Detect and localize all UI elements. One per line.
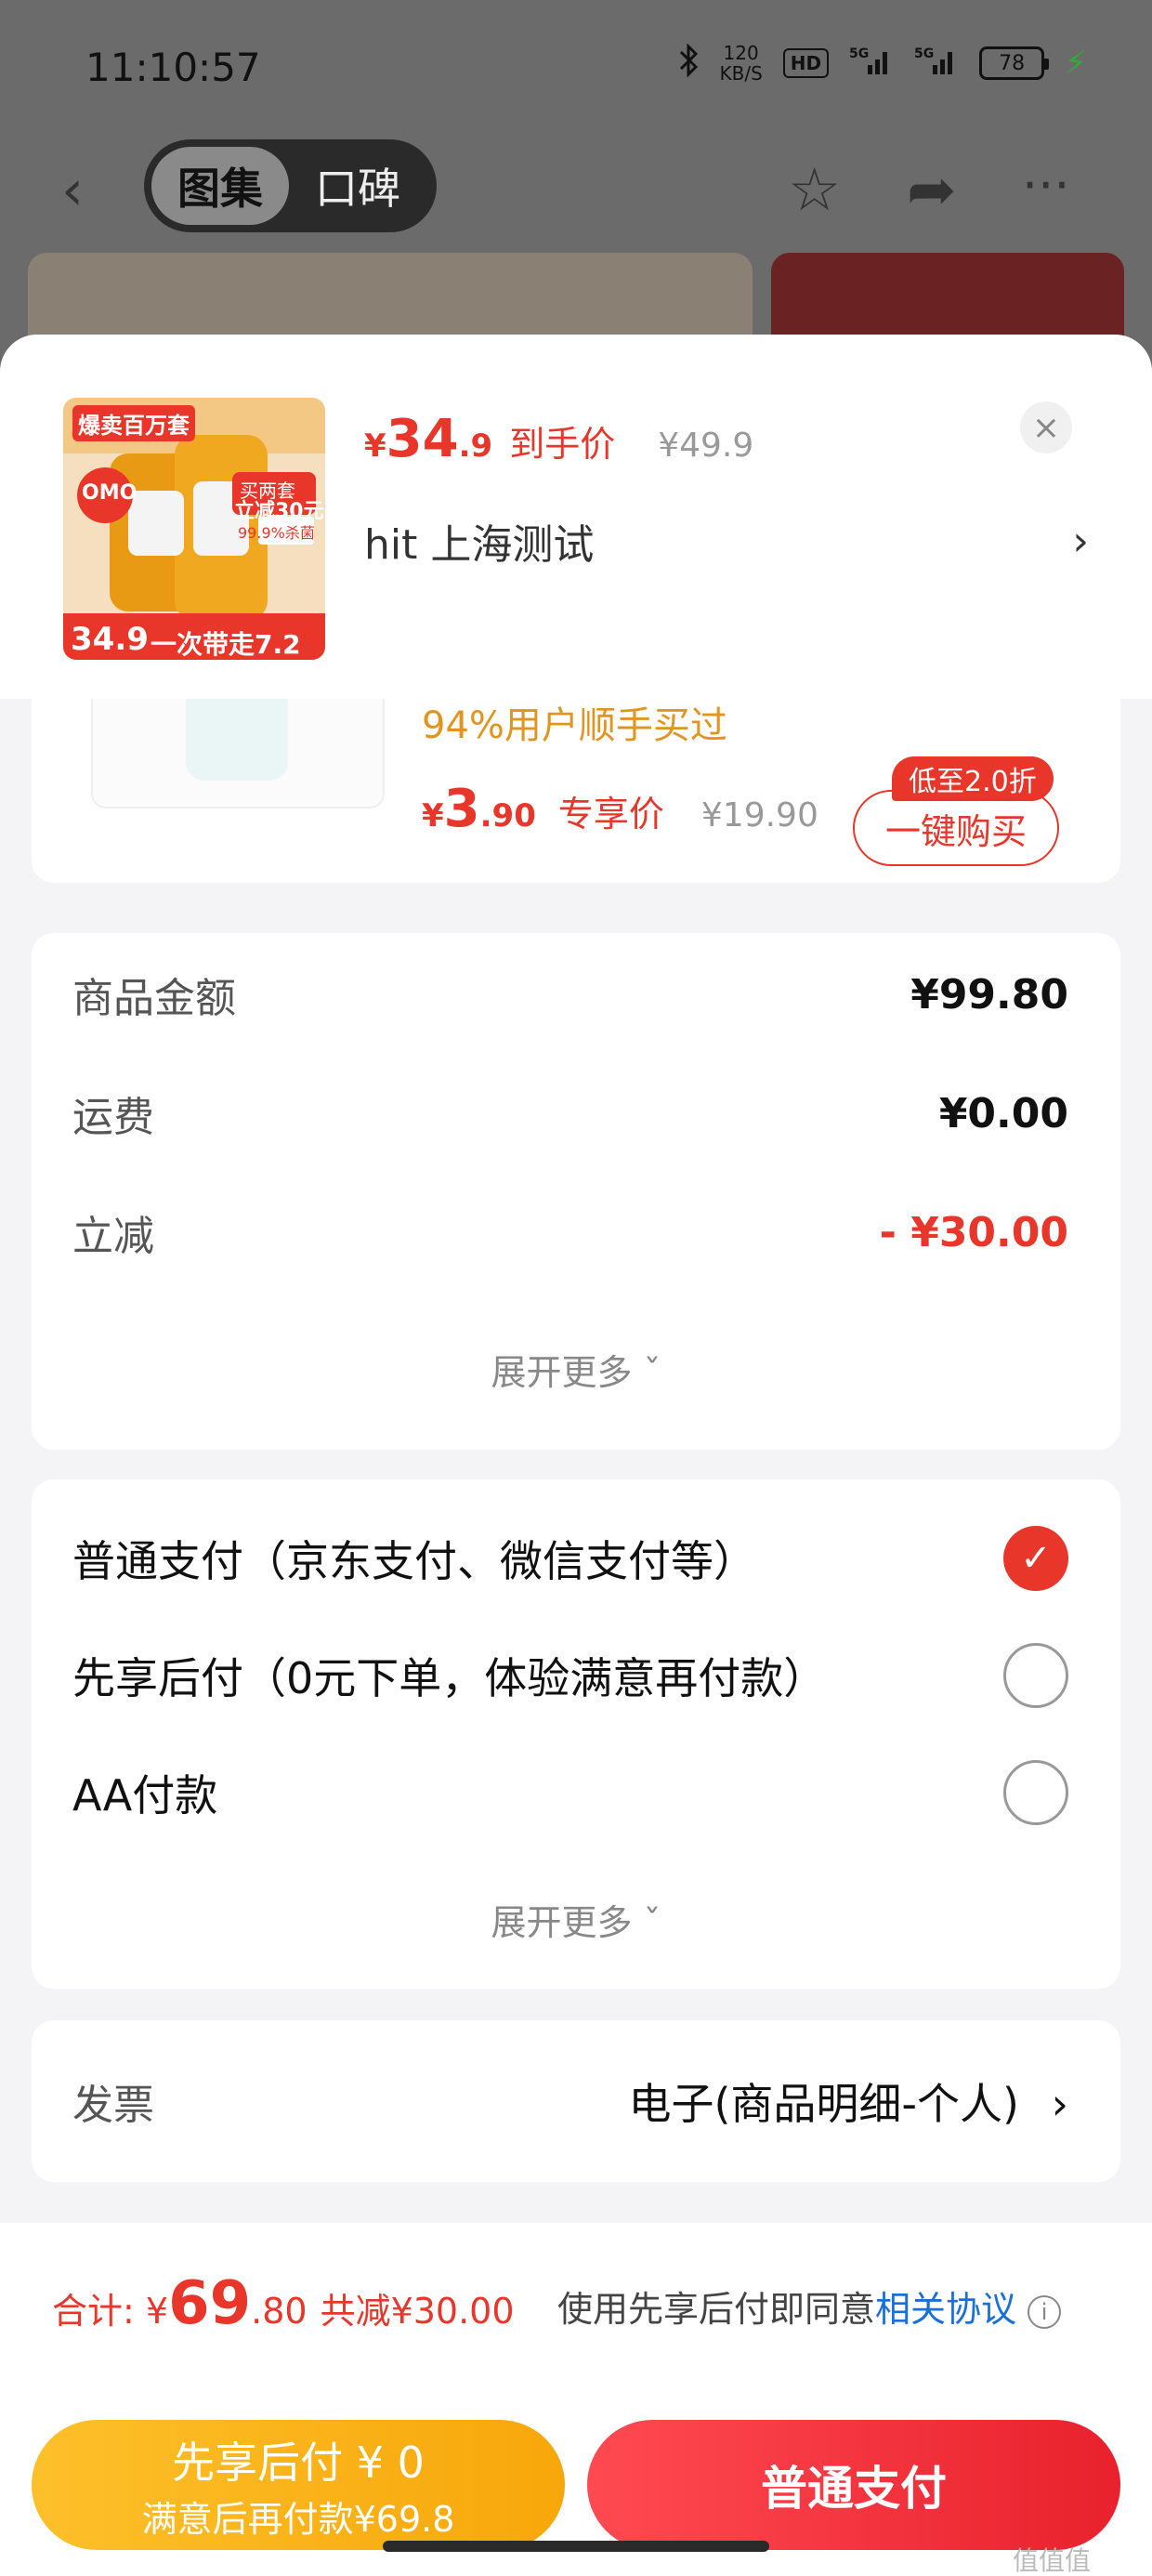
- battery-icon: 78: [979, 46, 1050, 80]
- payment-option-aa[interactable]: AA付款: [72, 1760, 1068, 1825]
- address-text: hit 上海测试: [364, 521, 595, 569]
- checked-icon[interactable]: ✓: [1003, 1526, 1068, 1591]
- hd-badge: HD: [782, 48, 830, 78]
- home-indicator[interactable]: [383, 2541, 769, 2552]
- background-page: 11:10:57 120 KB/S HD 5G 5G 78 ⚡ ‹ 图集 口碑: [0, 0, 1152, 390]
- checkout-sheet: 爆卖百万套 OMO 买两套 立减30元 99.9%杀菌 34.9 一次带走7.2…: [0, 335, 1152, 2576]
- addon-price-row: ¥3.90 专享价 ¥19.90: [422, 779, 818, 839]
- agreement-link[interactable]: 相关协议: [875, 2289, 1016, 2330]
- total-discount: 共减¥30.00: [320, 2291, 515, 2332]
- summary-row-shipping: 运费 ¥0.00: [72, 1089, 1068, 1142]
- bluetooth-icon: [677, 43, 700, 83]
- total-bar: 合计: ¥ 69 .80 共减¥30.00 使用先享后付即同意相关协议 i: [0, 2223, 1152, 2394]
- back-icon[interactable]: ‹: [61, 158, 84, 223]
- invoice-label: 发票: [72, 2082, 154, 2129]
- invoice-row[interactable]: 发票 电子(商品明细-个人) ›: [72, 2070, 1068, 2132]
- net-speed: 120 KB/S: [719, 42, 763, 85]
- total-amount: 合计: ¥ 69 .80 共减¥30.00: [52, 2269, 515, 2338]
- addon-buyers-text: 94%用户顺手买过: [422, 704, 727, 747]
- summary-row-discount: 立减 - ¥30.00: [72, 1208, 1068, 1261]
- signal-icon-2: 5G: [914, 45, 959, 82]
- radio-unchecked-icon[interactable]: [1003, 1760, 1068, 1825]
- normal-pay-button[interactable]: 普通支付: [587, 2420, 1120, 2550]
- addon-bottle-image: [186, 688, 288, 781]
- final-price: ¥34.9: [364, 409, 493, 469]
- thumb-bottom-text: 一次带走7.2斤: [151, 629, 301, 660]
- invoice-value: 电子(商品明细-个人) ›: [628, 2079, 1068, 2129]
- tab-gallery[interactable]: 图集: [151, 147, 289, 225]
- one-click-buy-button[interactable]: 一键购买: [853, 790, 1059, 866]
- thumb-brand: OMO: [82, 481, 137, 505]
- original-price: ¥49.9: [658, 427, 754, 465]
- sheet-price-row: ¥34.9 到手价 ¥49.9: [364, 409, 753, 469]
- addon-price: ¥3.90: [422, 779, 536, 839]
- agreement-text: 使用先享后付即同意相关协议 i: [557, 2280, 1062, 2332]
- product-thumbnail: 爆卖百万套 OMO 买两套 立减30元 99.9%杀菌 34.9 一次带走7.2…: [63, 398, 325, 660]
- status-icons: 120 KB/S HD 5G 5G 78 ⚡: [677, 42, 1087, 85]
- final-price-label: 到手价: [509, 424, 616, 465]
- expand-more-payment[interactable]: 展开更多 ˇ: [32, 1894, 1120, 1945]
- address-row[interactable]: hit 上海测试 ›: [364, 511, 1089, 571]
- payment-method-panel: 普通支付（京东支付、微信支付等） ✓ 先享后付（0元下单，体验满意再付款） AA…: [32, 1479, 1120, 1989]
- status-bar: 11:10:57 120 KB/S HD 5G 5G 78 ⚡: [0, 0, 1152, 139]
- sheet-header: 爆卖百万套 OMO 买两套 立减30元 99.9%杀菌 34.9 一次带走7.2…: [0, 335, 1152, 699]
- discount-badge: 低至2.0折: [892, 756, 1054, 801]
- more-icon[interactable]: ···: [1022, 156, 1070, 215]
- svg-text:5G: 5G: [914, 46, 934, 61]
- watermark: 值值值: [1013, 2545, 1092, 2576]
- product-top-bar: ‹ 图集 口碑 ☆ ➦ ···: [0, 139, 1152, 232]
- addon-price-label: 专享价: [557, 794, 664, 835]
- thumb-promo-3: 99.9%杀菌: [238, 524, 315, 542]
- invoice-panel[interactable]: 发票 电子(商品明细-个人) ›: [32, 2020, 1120, 2182]
- addon-original-price: ¥19.90: [700, 796, 818, 835]
- addon-product-card: 94%用户顺手买过 ¥3.90 专享价 ¥19.90 一键购买 低至2.0折: [32, 688, 1120, 883]
- amount-summary-panel: 商品金额 ¥99.80 运费 ¥0.00 立减 - ¥30.00 展开更多 ˇ: [32, 933, 1120, 1450]
- svg-text:5G: 5G: [849, 46, 869, 61]
- summary-row-goods: 商品金额 ¥99.80: [72, 970, 1068, 1023]
- payment-option-later[interactable]: 先享后付（0元下单，体验满意再付款）: [72, 1643, 1068, 1708]
- radio-unchecked-icon[interactable]: [1003, 1643, 1068, 1708]
- pay-later-button[interactable]: 先享后付 ¥ 0 满意后再付款¥69.8: [32, 2420, 565, 2550]
- expand-more-summary[interactable]: 展开更多 ˇ: [32, 1344, 1120, 1395]
- favorite-star-icon[interactable]: ☆: [788, 156, 841, 225]
- gallery-tabs: 图集 口碑: [144, 139, 437, 232]
- info-icon[interactable]: i: [1028, 2294, 1062, 2329]
- thumb-bottom-price: 34.9: [71, 621, 149, 658]
- thumb-badge: 爆卖百万套: [72, 405, 195, 441]
- status-time: 11:10:57: [85, 45, 261, 90]
- close-button[interactable]: ×: [1020, 401, 1072, 453]
- tab-reviews[interactable]: 口碑: [289, 147, 426, 225]
- addon-product-image: [91, 688, 385, 808]
- payment-option-normal[interactable]: 普通支付（京东支付、微信支付等） ✓: [72, 1526, 1068, 1591]
- chevron-right-icon: ›: [1051, 2079, 1068, 2129]
- charging-icon: ⚡: [1065, 45, 1087, 82]
- chevron-right-icon: ›: [1072, 517, 1089, 565]
- signal-icon-1: 5G: [849, 45, 894, 82]
- share-icon[interactable]: ➦: [907, 156, 957, 225]
